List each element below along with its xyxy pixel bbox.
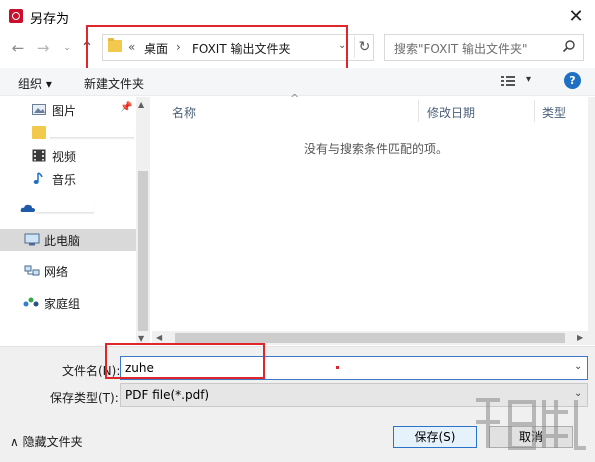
- annotation-highlight-filename: [105, 343, 265, 379]
- redacted-label: [36, 202, 94, 213]
- column-header-name[interactable]: 名称: [172, 104, 196, 121]
- sidebar-item-label: 网络: [44, 265, 69, 279]
- column-divider[interactable]: [534, 100, 535, 122]
- sidebar-item-folder[interactable]: [0, 122, 136, 144]
- navigation-pane: 图片 📌 视频 音乐 此电脑 网络 家庭组: [0, 97, 150, 345]
- sidebar-item-label: 家庭组: [44, 297, 81, 311]
- sidebar-item-label: 视频: [52, 150, 77, 164]
- filename-dropdown-icon[interactable]: ⌄: [574, 361, 582, 372]
- sidebar-item-network[interactable]: 网络: [0, 260, 136, 282]
- sidebar-scroll-thumb[interactable]: [138, 171, 148, 331]
- horizontal-scroll-thumb[interactable]: [175, 333, 565, 343]
- search-icon[interactable]: [562, 39, 576, 53]
- help-icon[interactable]: ?: [564, 72, 581, 89]
- recent-locations-chevron-icon[interactable]: ⌄: [60, 38, 74, 58]
- forward-arrow-icon[interactable]: →: [33, 38, 53, 58]
- video-icon: [32, 149, 46, 162]
- network-icon: [24, 265, 40, 276]
- vertical-scrollbar[interactable]: [588, 97, 595, 345]
- pictures-icon: [32, 104, 46, 115]
- sidebar-item-homegroup[interactable]: 家庭组: [0, 292, 136, 314]
- sidebar-item-label: 图片: [52, 104, 77, 118]
- column-divider[interactable]: [418, 100, 419, 122]
- file-list[interactable]: [152, 97, 588, 331]
- scroll-up-icon[interactable]: ▲: [138, 100, 144, 109]
- save-button[interactable]: 保存(S): [393, 426, 477, 448]
- site-watermark-logo: [476, 398, 586, 450]
- annotation-dot: [336, 366, 339, 369]
- sidebar-item-videos[interactable]: 视频: [0, 145, 136, 167]
- refresh-icon[interactable]: ↻: [354, 36, 374, 58]
- scroll-right-icon[interactable]: ▶: [577, 331, 583, 345]
- empty-results-message: 没有与搜索条件匹配的项。: [304, 142, 449, 156]
- onedrive-icon: [20, 204, 35, 212]
- computer-icon: [24, 233, 40, 246]
- sidebar-item-music[interactable]: 音乐: [0, 168, 136, 190]
- hide-folders-button[interactable]: ∧ 隐藏文件夹: [10, 433, 83, 450]
- pin-icon[interactable]: 📌: [120, 102, 132, 113]
- annotation-highlight-address: [86, 25, 348, 70]
- sidebar-item-this-pc[interactable]: 此电脑: [0, 229, 136, 251]
- organize-button[interactable]: 组织 ▾: [18, 75, 52, 92]
- sidebar-item-pictures[interactable]: 图片 📌: [0, 99, 136, 121]
- new-folder-button[interactable]: 新建文件夹: [84, 75, 144, 92]
- sidebar-item-label: 音乐: [52, 173, 77, 187]
- homegroup-icon: [23, 297, 39, 307]
- search-placeholder: 搜索"FOXIT 输出文件夹": [394, 42, 528, 56]
- sidebar-item-onedrive[interactable]: [0, 197, 136, 219]
- redacted-label: [50, 127, 134, 138]
- folder-icon: [32, 126, 46, 139]
- music-icon: [33, 172, 43, 184]
- column-header-date-modified[interactable]: 修改日期: [427, 104, 475, 121]
- filetype-value: PDF file(*.pdf): [125, 388, 210, 402]
- column-header-type[interactable]: 类型: [542, 104, 566, 121]
- foxit-app-icon: [9, 9, 23, 23]
- filetype-label: 保存类型(T):: [50, 391, 119, 405]
- close-button[interactable]: ✕: [560, 2, 592, 30]
- view-details-icon[interactable]: [500, 74, 516, 88]
- scroll-down-icon[interactable]: ▼: [138, 334, 144, 343]
- back-arrow-icon[interactable]: ←: [8, 38, 28, 58]
- window-title: 另存为: [30, 12, 70, 27]
- sort-ascending-icon: ^: [290, 92, 300, 105]
- sidebar-item-label: 此电脑: [44, 234, 81, 248]
- view-dropdown-icon[interactable]: ▾: [526, 74, 531, 85]
